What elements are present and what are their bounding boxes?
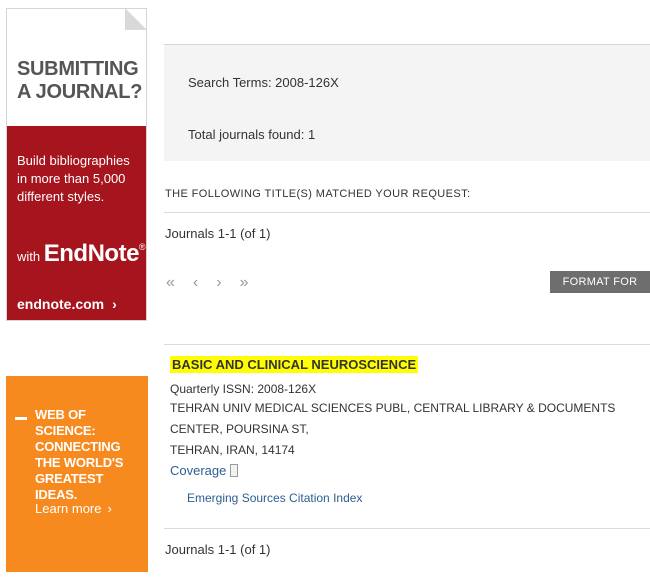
endnote-logo: EndNote [43, 240, 140, 267]
next-page-icon[interactable]: › [216, 274, 221, 292]
journal-title: BASIC AND CLINICAL NEUROSCIENCE [170, 356, 419, 373]
wos-tagline-line-4: GREATEST IDEAS. [35, 471, 104, 502]
search-terms: Search Terms: 2008-126X [188, 75, 339, 90]
endnote-body-line-1: Build bibliographies [17, 153, 130, 168]
divider [164, 528, 650, 529]
document-icon[interactable] [230, 464, 239, 477]
endnote-body-line-3: different styles. [17, 189, 105, 204]
wos-tagline-line-3: THE WORLD'S [35, 455, 124, 470]
citation-index-link[interactable]: Emerging Sources Citation Index [187, 491, 650, 505]
endnote-brand-line: with EndNote® [17, 240, 146, 268]
wos-tagline: WEB OF SCIENCE: CONNECTING THE WORLD'S G… [35, 407, 145, 503]
endnote-ad-headline: SUBMITTING A JOURNAL? [17, 58, 142, 104]
results-range-top: Journals 1-1 (of 1) [165, 226, 271, 241]
wos-tagline-line-1: WEB OF SCIENCE: [35, 407, 96, 438]
results-range-bottom: Journals 1-1 (of 1) [165, 542, 271, 557]
last-page-icon[interactable]: » [240, 274, 249, 292]
endnote-headline-line-2: A JOURNAL? [17, 81, 143, 103]
total-journals-found: Total journals found: 1 [188, 127, 316, 142]
dash-icon [15, 417, 27, 420]
endnote-ad-panel: Build bibliographies in more than 5,000 … [7, 126, 146, 320]
journal-result: BASIC AND CLINICAL NEUROSCIENCE Quarterl… [170, 356, 650, 505]
endnote-ad[interactable]: SUBMITTING A JOURNAL? Build bibliographi… [6, 8, 147, 321]
results-heading: THE FOLLOWING TITLE(S) MATCHED YOUR REQU… [165, 188, 471, 200]
coverage-link[interactable]: Coverage [170, 463, 650, 478]
journal-frequency-issn: Quarterly ISSN: 2008-126X [170, 382, 317, 396]
divider [164, 212, 650, 213]
publisher-address-line-1: TEHRAN UNIV MEDICAL SCIENCES PUBL, CENTR… [170, 401, 616, 436]
endnote-ad-body: Build bibliographies in more than 5,000 … [17, 152, 135, 206]
format-for-print-button[interactable]: FORMAT FOR PRINT [550, 271, 650, 310]
endnote-with-text: with [17, 249, 41, 264]
previous-page-icon[interactable]: ‹ [193, 274, 198, 292]
endnote-headline-line-1: SUBMITTING [17, 58, 139, 80]
endnote-link-label[interactable]: endnote.com [17, 296, 104, 312]
search-summary-panel: Search Terms: 2008-126X Total journals f… [164, 44, 650, 161]
chevron-right-icon: › [112, 296, 117, 312]
journal-publisher-address: TEHRAN UNIV MEDICAL SCIENCES PUBL, CENTR… [170, 398, 648, 461]
chevron-right-icon: › [107, 501, 112, 516]
coverage-label[interactable]: Coverage [170, 463, 226, 478]
wos-tagline-line-2: CONNECTING [35, 439, 121, 454]
web-of-science-ad[interactable]: WEB OF SCIENCE: CONNECTING THE WORLD'S G… [6, 376, 148, 572]
page-fold-decoration [125, 9, 146, 30]
endnote-link[interactable]: endnote.com › [17, 296, 117, 312]
learn-more-link[interactable]: Learn more › [35, 501, 112, 516]
pagination: « ‹ › » [166, 274, 248, 292]
learn-more-label[interactable]: Learn more [35, 501, 101, 516]
divider [164, 344, 650, 345]
publisher-address-line-2: TEHRAN, IRAN, 14174 [170, 443, 295, 457]
endnote-body-line-2: in more than 5,000 [17, 171, 126, 186]
first-page-icon[interactable]: « [166, 274, 175, 292]
registered-mark: ® [138, 242, 146, 252]
